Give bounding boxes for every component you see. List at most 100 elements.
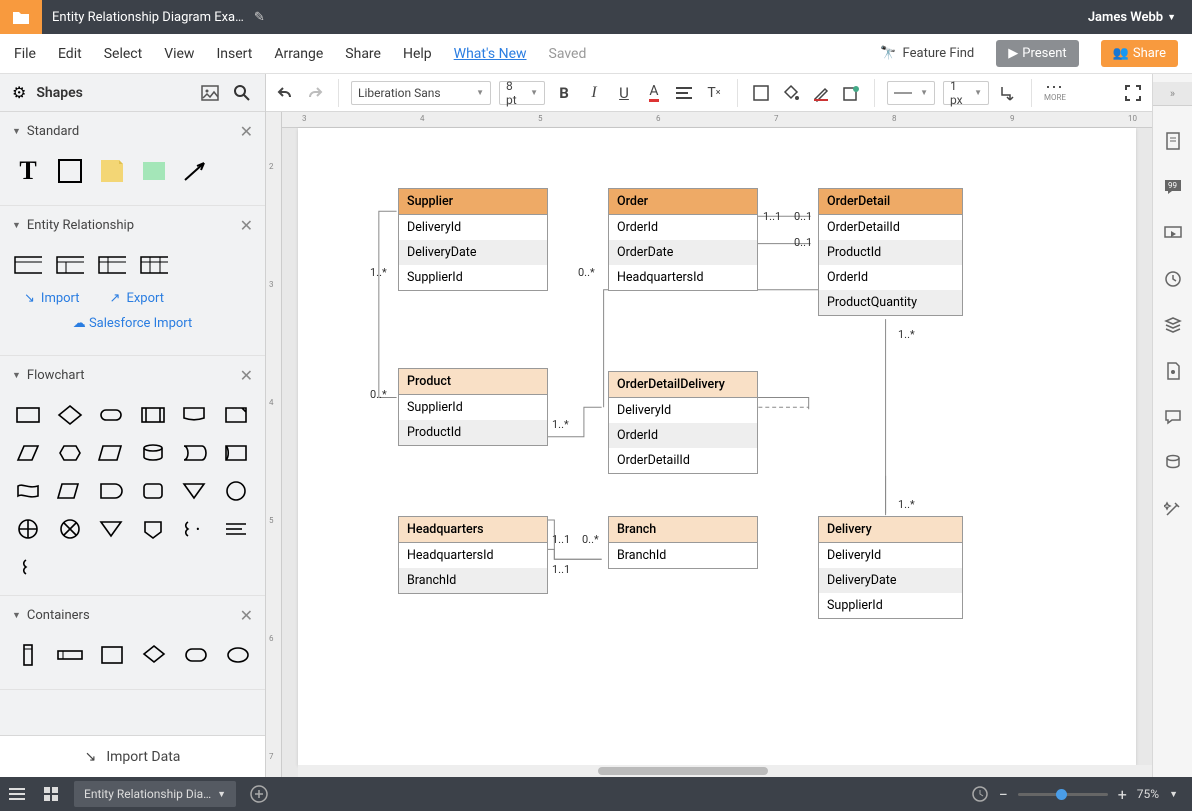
container-shape[interactable]: [98, 641, 126, 669]
magic-icon[interactable]: [1162, 498, 1184, 520]
bold-button[interactable]: B: [553, 82, 575, 104]
line-color-button[interactable]: [810, 82, 832, 104]
menu-share[interactable]: Share: [345, 46, 381, 62]
text-shape[interactable]: T: [14, 157, 42, 185]
collapse-dock-button[interactable]: »: [1153, 82, 1192, 106]
clear-format-button[interactable]: T×: [703, 82, 725, 104]
search-icon[interactable]: [231, 82, 253, 104]
close-icon[interactable]: ✕: [240, 122, 253, 141]
entity-supplier[interactable]: Supplier DeliveryId DeliveryDate Supplie…: [398, 188, 548, 291]
container-shape[interactable]: [182, 641, 210, 669]
gear-icon[interactable]: ⚙: [12, 83, 26, 102]
flowchart-shape[interactable]: [222, 477, 250, 505]
page-tab[interactable]: Entity Relationship Dia…▼: [74, 781, 236, 807]
zoom-in-button[interactable]: +: [1118, 785, 1127, 804]
flowchart-shape[interactable]: [180, 439, 208, 467]
data-icon[interactable]: [1162, 452, 1184, 474]
shape-style-button[interactable]: [840, 82, 862, 104]
more-button[interactable]: ⋯MORE: [1044, 83, 1066, 102]
rect-shape[interactable]: [56, 157, 84, 185]
fill-color-button[interactable]: [780, 82, 802, 104]
shape-fill-button[interactable]: [750, 82, 772, 104]
pencil-icon[interactable]: ✎: [254, 10, 274, 25]
canvas[interactable]: 345678910: [282, 112, 1152, 777]
font-size-select[interactable]: 8 pt: [499, 81, 545, 105]
flowchart-shape[interactable]: [139, 439, 167, 467]
present-button[interactable]: ▶Present: [996, 40, 1078, 67]
close-icon[interactable]: ✕: [240, 216, 253, 235]
italic-button[interactable]: I: [583, 82, 605, 104]
menu-select[interactable]: Select: [104, 46, 142, 62]
flowchart-shape[interactable]: [97, 477, 125, 505]
flowchart-shape[interactable]: [139, 401, 167, 429]
folder-icon[interactable]: [0, 0, 42, 34]
flowchart-shape[interactable]: [180, 477, 208, 505]
zoom-out-button[interactable]: −: [999, 785, 1008, 804]
close-icon[interactable]: ✕: [240, 366, 253, 385]
flowchart-shape[interactable]: [222, 439, 250, 467]
flowchart-shape[interactable]: [14, 515, 42, 543]
block-shape[interactable]: [140, 157, 168, 185]
share-button[interactable]: 👥Share: [1101, 40, 1178, 67]
entity-product[interactable]: Product SupplierId ProductId: [398, 368, 548, 446]
er-shape-3[interactable]: [98, 251, 126, 279]
menu-arrange[interactable]: Arrange: [274, 46, 323, 62]
menu-file[interactable]: File: [14, 46, 36, 62]
note-shape[interactable]: [98, 157, 126, 185]
flowchart-shape[interactable]: [139, 477, 167, 505]
menu-edit[interactable]: Edit: [58, 46, 82, 62]
redo-button[interactable]: [304, 82, 326, 104]
font-select[interactable]: Liberation Sans: [351, 81, 491, 105]
entity-orderdetaildelivery[interactable]: OrderDetailDelivery DeliveryId OrderId O…: [608, 371, 758, 474]
flowchart-shape[interactable]: [14, 553, 42, 581]
flowchart-shape[interactable]: [56, 515, 84, 543]
menu-help[interactable]: Help: [403, 46, 432, 62]
flowchart-shape[interactable]: [14, 439, 42, 467]
list-view-button[interactable]: [0, 787, 34, 801]
arrow-shape[interactable]: [182, 157, 210, 185]
flowchart-shape[interactable]: [97, 401, 125, 429]
zoom-slider[interactable]: [1018, 793, 1108, 796]
flowchart-shape[interactable]: [56, 401, 84, 429]
flowchart-shape[interactable]: [180, 401, 208, 429]
flowchart-shape[interactable]: [56, 477, 84, 505]
chat-icon[interactable]: [1162, 406, 1184, 428]
flowchart-shape[interactable]: [14, 401, 42, 429]
flowchart-shape[interactable]: [222, 515, 250, 543]
container-shape[interactable]: [140, 641, 168, 669]
underline-button[interactable]: U: [613, 82, 635, 104]
flowchart-shape[interactable]: [97, 515, 125, 543]
entity-delivery[interactable]: Delivery DeliveryId DeliveryDate Supplie…: [818, 516, 963, 619]
menu-insert[interactable]: Insert: [216, 46, 252, 62]
entity-branch[interactable]: Branch BranchId: [608, 516, 758, 569]
panel-containers-header[interactable]: ▼Containers✕: [0, 596, 265, 635]
panel-flowchart-header[interactable]: ▼Flowchart✕: [0, 356, 265, 395]
line-width-select[interactable]: 1 px: [943, 81, 989, 105]
comment-icon[interactable]: 99: [1162, 176, 1184, 198]
menu-view[interactable]: View: [164, 46, 194, 62]
zoom-level[interactable]: 75%: [1137, 787, 1159, 801]
flowchart-shape[interactable]: [139, 515, 167, 543]
flowchart-shape[interactable]: [56, 439, 84, 467]
flowchart-shape[interactable]: •: [180, 515, 208, 543]
entity-headquarters[interactable]: Headquarters HeadquartersId BranchId: [398, 516, 548, 594]
feature-find[interactable]: 🔭 Feature Find: [880, 46, 974, 61]
align-button[interactable]: [673, 82, 695, 104]
flowchart-shape[interactable]: [14, 477, 42, 505]
container-shape[interactable]: [56, 641, 84, 669]
line-route-button[interactable]: [997, 82, 1019, 104]
history-icon[interactable]: [1162, 268, 1184, 290]
presentation-icon[interactable]: [1162, 222, 1184, 244]
user-menu[interactable]: James Webb▼: [1072, 10, 1192, 25]
master-icon[interactable]: [1162, 360, 1184, 382]
page[interactable]: Supplier DeliveryId DeliveryDate Supplie…: [298, 128, 1136, 765]
er-shape-2[interactable]: [56, 251, 84, 279]
autosave-icon[interactable]: [971, 785, 989, 803]
close-icon[interactable]: ✕: [240, 606, 253, 625]
flowchart-shape[interactable]: [97, 439, 125, 467]
document-title[interactable]: Entity Relationship Diagram Exa…: [42, 10, 254, 25]
er-shape-4[interactable]: [140, 251, 168, 279]
image-icon[interactable]: [199, 82, 221, 104]
flowchart-shape[interactable]: [222, 401, 250, 429]
salesforce-import-link[interactable]: ☁ Salesforce Import: [14, 312, 251, 341]
